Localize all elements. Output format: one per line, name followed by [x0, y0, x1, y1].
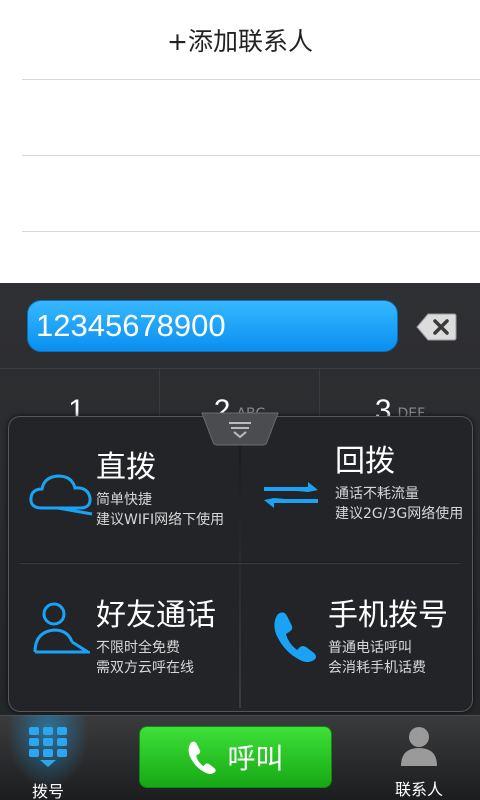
phone-icon [272, 610, 318, 666]
backspace-button[interactable] [416, 311, 458, 343]
panel-divider-vertical [239, 430, 241, 708]
contact-person-icon [400, 726, 438, 770]
add-contact-button[interactable]: +添加联系人 [0, 0, 480, 80]
list-divider [22, 79, 480, 80]
collapse-panel-button[interactable] [201, 412, 279, 446]
swap-arrows-icon [262, 478, 320, 516]
tab-contacts[interactable]: 联系人 [378, 776, 460, 800]
list-divider [22, 231, 480, 232]
call-button[interactable]: 呼叫 [139, 726, 332, 788]
option-direct-dial[interactable]: 直拨 简单快捷 建议WIFI网络下使用 [96, 450, 224, 530]
phone-number-input[interactable]: 12345678900 [27, 300, 398, 352]
call-button-label: 呼叫 [227, 742, 284, 775]
dialpad-icon [28, 726, 68, 772]
cloud-icon [28, 468, 94, 520]
collapse-icon [201, 412, 279, 446]
phone-icon [189, 741, 217, 774]
person-icon [32, 600, 94, 662]
tab-dial-label: 拨号 [31, 782, 64, 800]
list-divider [22, 155, 480, 156]
option-phone-dial[interactable]: 手机拨号 普通电话呼叫 会消耗手机话费 [328, 598, 448, 678]
backspace-icon [416, 313, 457, 341]
option-friend-call[interactable]: 好友通话 不限时全免费 需双方云呼在线 [96, 598, 216, 678]
panel-divider-horizontal [20, 562, 460, 564]
option-callback[interactable]: 回拨 通话不耗流量 建议2G/3G网络使用 [335, 444, 463, 524]
